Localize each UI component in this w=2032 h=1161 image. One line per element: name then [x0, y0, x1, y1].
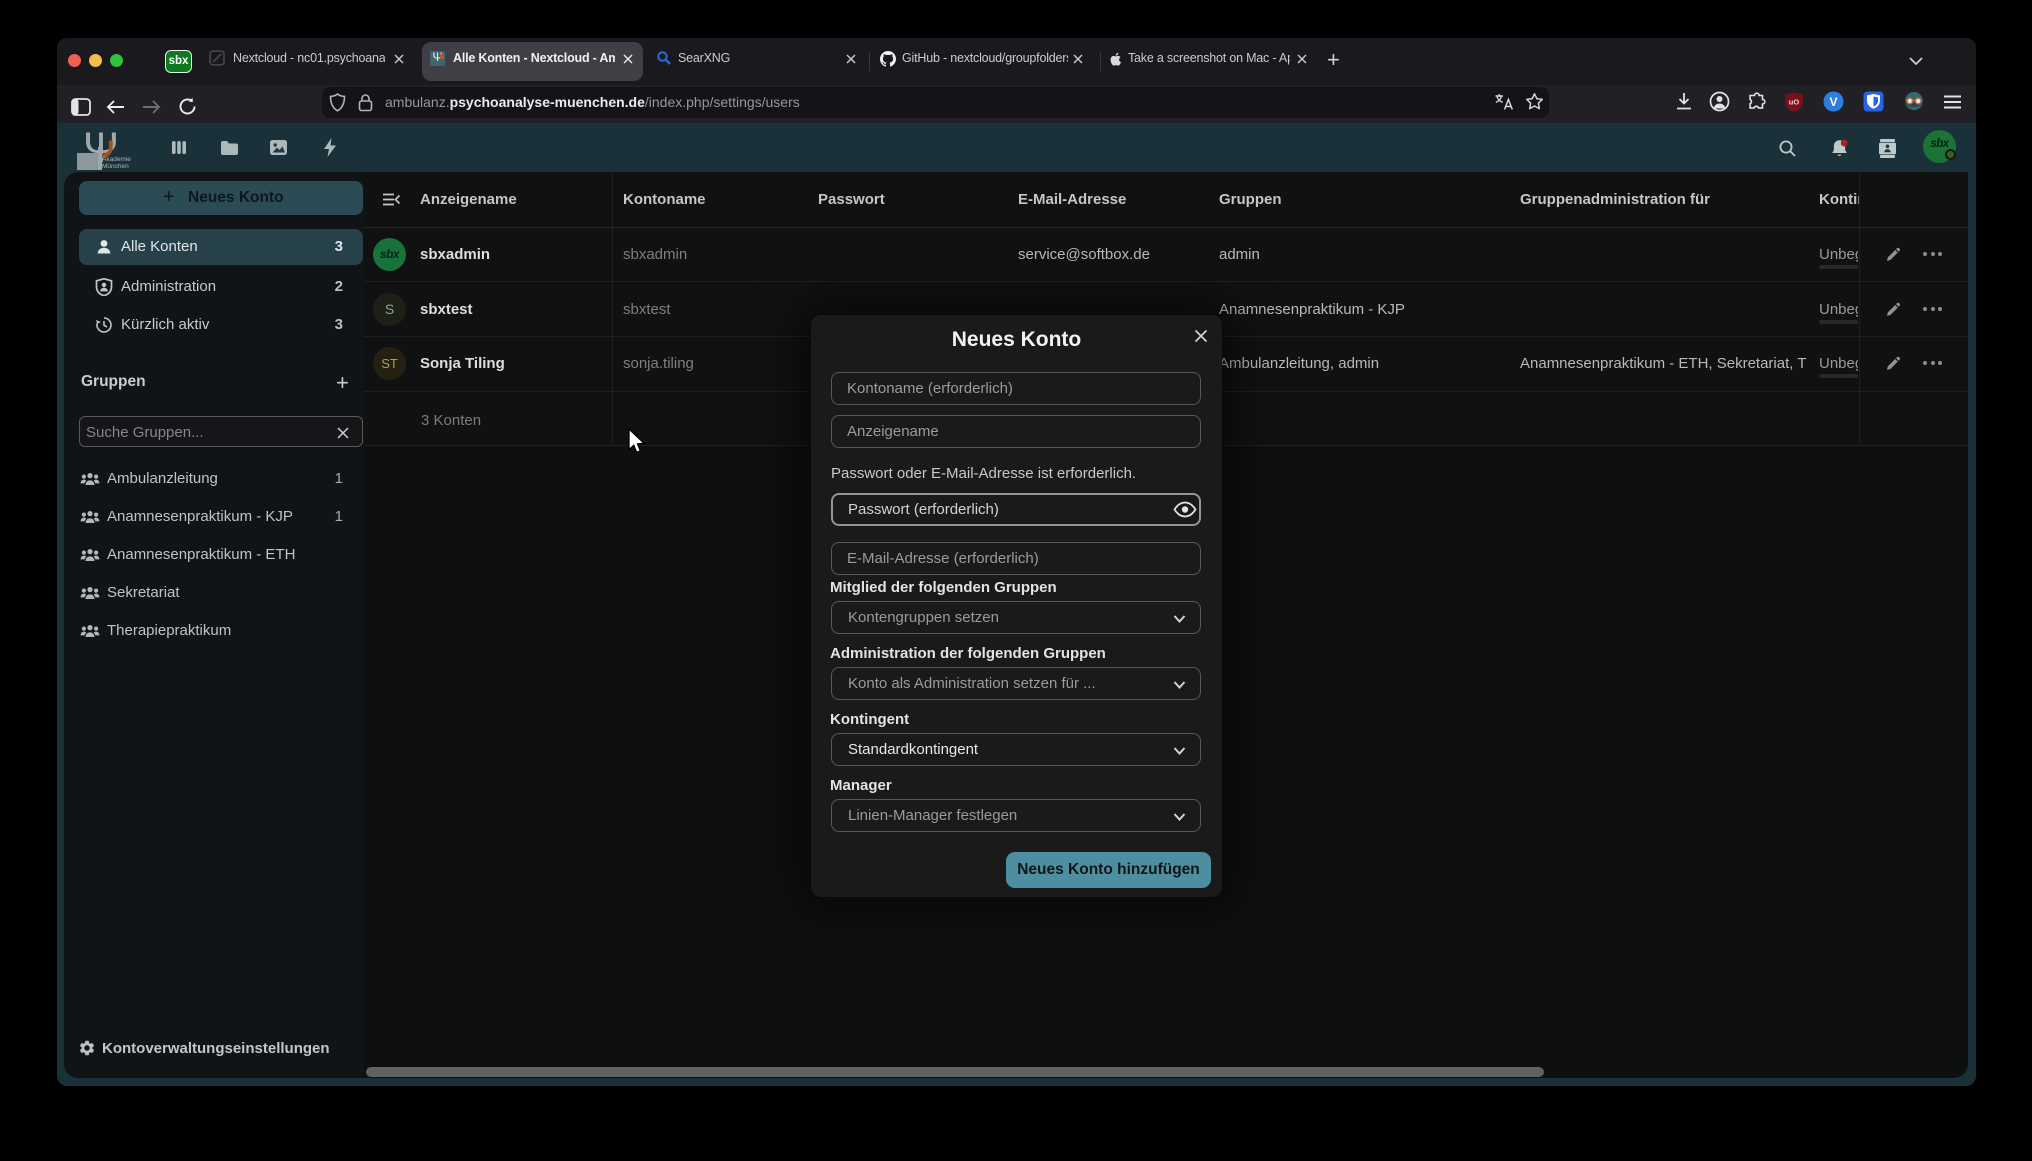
- svg-text:uO: uO: [1789, 98, 1800, 107]
- svg-text:V: V: [1829, 95, 1837, 109]
